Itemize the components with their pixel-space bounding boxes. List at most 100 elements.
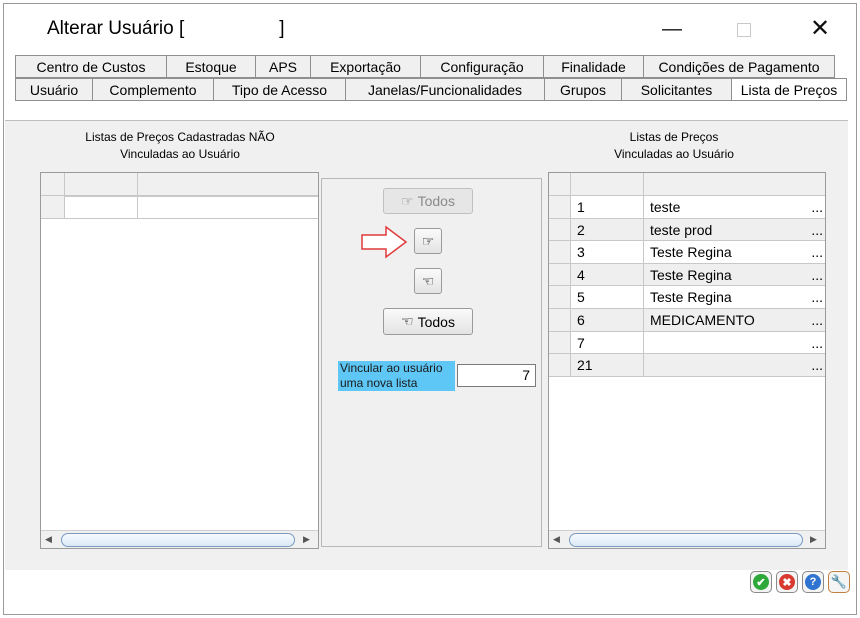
tab-exportacao[interactable]: Exportação bbox=[310, 55, 421, 78]
grid-header bbox=[41, 173, 318, 197]
tab-tipo-de-acesso[interactable]: Tipo de Acesso bbox=[213, 78, 346, 101]
row-id-cell[interactable]: 2 bbox=[571, 218, 644, 242]
row-header[interactable] bbox=[41, 196, 65, 219]
row-header[interactable] bbox=[549, 263, 571, 287]
tab-solicitantes[interactable]: Solicitantes bbox=[621, 78, 732, 101]
row-header[interactable] bbox=[549, 241, 571, 264]
tab-grupos[interactable]: Grupos bbox=[544, 78, 622, 101]
row-name-cell[interactable]: teste... bbox=[644, 196, 825, 219]
grid-cell[interactable] bbox=[65, 196, 138, 219]
row-name-cell[interactable]: ... bbox=[644, 354, 825, 377]
tab-centro-de-custos[interactable]: Centro de Custos bbox=[15, 55, 167, 78]
move-right-button[interactable]: ☞ bbox=[414, 228, 442, 254]
row-name-cell[interactable]: MEDICAMENTO... bbox=[644, 309, 825, 332]
tab-complemento[interactable]: Complemento bbox=[92, 78, 214, 101]
row-more-button[interactable]: ... bbox=[811, 286, 823, 308]
column-header[interactable] bbox=[65, 173, 138, 196]
check-icon: ✔ bbox=[753, 574, 769, 590]
tab-finalidade[interactable]: Finalidade bbox=[543, 55, 644, 78]
row-name-text: teste prod bbox=[650, 221, 713, 238]
row-more-button[interactable]: ... bbox=[811, 332, 823, 354]
confirm-button[interactable]: ✔ bbox=[750, 571, 772, 593]
move-all-left-button[interactable]: ☜ Todos bbox=[383, 308, 473, 335]
tab-usuario[interactable]: Usuário bbox=[15, 78, 93, 101]
row-name-cell[interactable]: teste prod... bbox=[644, 218, 825, 242]
row-header[interactable] bbox=[549, 354, 571, 377]
row-id-cell[interactable]: 6 bbox=[571, 309, 644, 332]
unlinked-title-line1: Listas de Preços Cadastradas NÃO bbox=[85, 130, 275, 144]
grid-cell[interactable] bbox=[138, 196, 318, 219]
row-name-cell[interactable]: ... bbox=[644, 331, 825, 355]
maximize-button[interactable] bbox=[724, 14, 764, 44]
row-id-cell[interactable]: 1 bbox=[571, 196, 644, 219]
scroll-thumb[interactable] bbox=[569, 533, 803, 547]
cancel-icon: ✖ bbox=[779, 574, 795, 590]
horizontal-scrollbar[interactable]: ◀ ▶ bbox=[41, 530, 318, 548]
tab-janelas-funcionalidades[interactable]: Janelas/Funcionalidades bbox=[345, 78, 545, 101]
help-icon: ? bbox=[805, 574, 821, 590]
row-id-cell[interactable]: 4 bbox=[571, 263, 644, 287]
scroll-thumb[interactable] bbox=[61, 533, 295, 547]
window-title: Alterar Usuário [ ] bbox=[47, 18, 285, 39]
row-name-text: Teste Regina bbox=[650, 244, 732, 261]
move-left-button[interactable]: ☜ bbox=[414, 268, 442, 294]
tab-strip: Centro de Custos Estoque APS Exportação … bbox=[10, 50, 847, 104]
pointing-hand-right-icon: ☞ bbox=[401, 192, 414, 209]
row-name-text: Teste Regina bbox=[650, 289, 732, 306]
tab-condicoes-de-pagamento[interactable]: Condições de Pagamento bbox=[643, 55, 835, 78]
tab-configuracao[interactable]: Configuração bbox=[420, 55, 544, 78]
row-header[interactable] bbox=[549, 331, 571, 355]
row-more-button[interactable]: ... bbox=[811, 241, 823, 263]
help-button[interactable]: ? bbox=[802, 571, 824, 593]
scroll-right-icon[interactable]: ▶ bbox=[810, 534, 817, 545]
minimize-button[interactable]: — bbox=[652, 14, 692, 44]
row-name-cell[interactable]: Teste Regina... bbox=[644, 241, 825, 264]
row-id-cell[interactable]: 7 bbox=[571, 331, 644, 355]
scroll-left-icon[interactable]: ◀ bbox=[45, 534, 52, 545]
row-name-text: MEDICAMENTO bbox=[650, 312, 755, 328]
arrow-indicator-icon bbox=[361, 225, 408, 259]
row-name-cell[interactable]: Teste Regina... bbox=[644, 286, 825, 309]
row-header-corner bbox=[549, 173, 571, 196]
row-id-cell[interactable]: 3 bbox=[571, 241, 644, 264]
tools-button[interactable]: 🔧 bbox=[828, 571, 850, 593]
tab-aps[interactable]: APS bbox=[255, 55, 311, 78]
row-more-button[interactable]: ... bbox=[811, 309, 823, 331]
scroll-right-icon[interactable]: ▶ bbox=[303, 534, 310, 545]
row-more-button[interactable]: ... bbox=[811, 196, 823, 218]
column-header[interactable] bbox=[138, 173, 318, 196]
title-bar: Alterar Usuário [ ] — ✕ bbox=[4, 4, 856, 52]
row-header[interactable] bbox=[549, 218, 571, 242]
horizontal-scrollbar[interactable]: ◀ ▶ bbox=[549, 530, 825, 548]
maximize-icon bbox=[737, 23, 751, 37]
tab-estoque[interactable]: Estoque bbox=[166, 55, 256, 78]
row-header-corner bbox=[41, 173, 65, 196]
unlinked-lists-grid[interactable]: ◀ ▶ bbox=[40, 172, 319, 549]
row-name-cell[interactable]: Teste Regina... bbox=[644, 263, 825, 287]
row-id-cell[interactable]: 5 bbox=[571, 286, 644, 309]
scroll-left-icon[interactable]: ◀ bbox=[553, 534, 560, 545]
pointing-hand-right-icon: ☞ bbox=[421, 232, 435, 249]
tab-lista-de-precos[interactable]: Lista de Preços bbox=[731, 78, 847, 101]
row-header[interactable] bbox=[549, 196, 571, 219]
row-more-button[interactable]: ... bbox=[811, 219, 823, 241]
linked-title-line1: Listas de Preços bbox=[629, 130, 719, 144]
pointing-hand-left-icon: ☜ bbox=[421, 272, 435, 289]
cancel-button[interactable]: ✖ bbox=[776, 571, 798, 593]
unlinked-lists-title: Listas de Preços Cadastradas NÃO Vincula… bbox=[40, 129, 320, 163]
linked-lists-grid[interactable]: 1 teste... 2 teste prod... 3 Teste Regina... 4… bbox=[548, 172, 826, 549]
row-header[interactable] bbox=[549, 309, 571, 332]
grid-header bbox=[549, 173, 825, 197]
close-button[interactable]: ✕ bbox=[800, 14, 840, 44]
link-new-list-input[interactable]: 7 bbox=[457, 364, 536, 387]
row-name-text: teste bbox=[650, 199, 681, 215]
row-id-cell[interactable]: 21 bbox=[571, 354, 644, 377]
move-all-left-label: Todos bbox=[417, 313, 455, 330]
row-header[interactable] bbox=[549, 286, 571, 309]
move-all-right-button[interactable]: ☞ Todos bbox=[383, 188, 473, 214]
row-more-button[interactable]: ... bbox=[811, 264, 823, 286]
row-more-button[interactable]: ... bbox=[811, 354, 823, 376]
column-header[interactable] bbox=[571, 173, 644, 196]
column-header[interactable] bbox=[644, 173, 825, 196]
pointing-hand-left-icon: ☜ bbox=[401, 313, 414, 329]
